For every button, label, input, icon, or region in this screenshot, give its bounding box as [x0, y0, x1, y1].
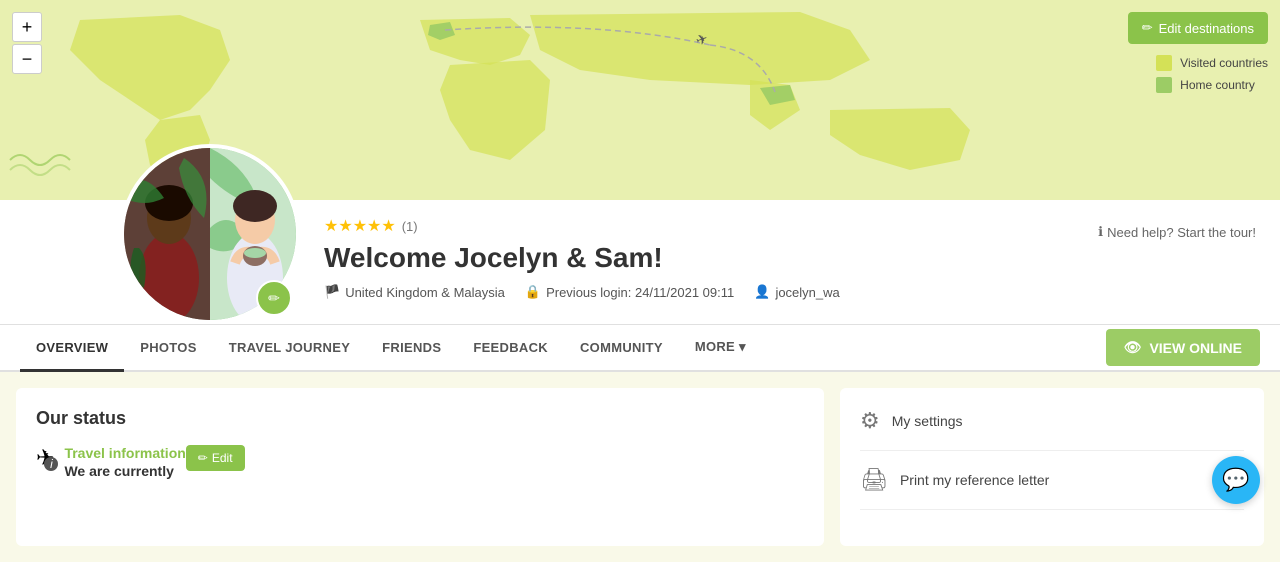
print-row[interactable]: 🖨 Print my reference letter: [860, 467, 1244, 510]
legend-visited-color: [1156, 55, 1172, 71]
edit-icon: ✏: [1142, 20, 1153, 36]
settings-label: My settings: [892, 413, 963, 429]
edit-destinations-button[interactable]: ✏ Edit destinations: [1128, 12, 1268, 44]
chat-bubble-button[interactable]: 💬: [1212, 456, 1260, 504]
edit-small-icon: ✏: [198, 451, 208, 465]
tab-community[interactable]: COMMUNITY: [564, 326, 679, 372]
map-controls: + −: [12, 12, 42, 74]
content-area: Our status ✈ i Travel information ✏ Edit…: [0, 372, 1280, 562]
travel-edit-button[interactable]: ✏ Edit: [186, 445, 245, 471]
nav-tabs: OVERVIEW PHOTOS TRAVEL JOURNEY FRIENDS F…: [0, 325, 1280, 372]
flag-icon: 🏴: [324, 284, 340, 300]
help-icon: ℹ: [1098, 224, 1103, 240]
main-panel-title: Our status: [36, 408, 804, 429]
tab-photos[interactable]: PHOTOS: [124, 326, 212, 372]
view-online-button[interactable]: 👁 VIEW ONLINE: [1106, 329, 1260, 366]
star-rating: ★★★★★: [324, 216, 396, 236]
legend-home-color: [1156, 77, 1172, 93]
tab-travel-journey[interactable]: TRAVEL JOURNEY: [213, 326, 366, 372]
avatar-wrapper: ✏: [120, 144, 300, 324]
chat-icon: 💬: [1222, 467, 1249, 493]
travel-info-row: ✈ i Travel information ✏ Edit We are cur…: [36, 445, 804, 479]
profile-info: ★★★★★ (1) Welcome Jocelyn & Sam! 🏴 Unite…: [300, 200, 1280, 324]
info-circle-icon: i: [44, 457, 58, 471]
zoom-in-button[interactable]: +: [12, 12, 42, 42]
edit-avatar-button[interactable]: ✏: [256, 280, 292, 316]
legend-visited: Visited countries: [1156, 55, 1268, 71]
welcome-title: Welcome Jocelyn & Sam!: [324, 242, 1256, 274]
travel-info-link[interactable]: Travel information: [64, 445, 185, 461]
print-label: Print my reference letter: [900, 472, 1049, 488]
tab-more[interactable]: MORE ▾: [679, 325, 762, 372]
review-count: (1): [402, 219, 418, 234]
help-link[interactable]: ℹ Need help? Start the tour!: [1098, 224, 1256, 240]
lock-icon: 🔒: [525, 284, 541, 300]
tab-feedback[interactable]: FEEDBACK: [457, 326, 564, 372]
settings-gear-icon: ⚙: [860, 408, 880, 434]
user-icon: 👤: [754, 284, 770, 300]
legend-home: Home country: [1156, 77, 1268, 93]
avatar-left: [124, 148, 210, 320]
username-meta: 👤 jocelyn_wa: [754, 284, 840, 300]
zoom-out-button[interactable]: −: [12, 44, 42, 74]
map-legend: Visited countries Home country: [1156, 55, 1268, 93]
side-panel: ⚙ My settings 🖨 Print my reference lette…: [840, 388, 1264, 546]
meta-row: 🏴 United Kingdom & Malaysia 🔒 Previous l…: [324, 284, 1256, 300]
print-icon: 🖨: [860, 467, 888, 493]
travel-info-content: Travel information ✏ Edit We are current…: [64, 445, 244, 479]
tab-overview[interactable]: OVERVIEW: [20, 326, 124, 372]
login-meta: 🔒 Previous login: 24/11/2021 09:11: [525, 284, 734, 300]
main-panel: Our status ✈ i Travel information ✏ Edit…: [16, 388, 824, 546]
profile-section: ✏ ★★★★★ (1) Welcome Jocelyn & Sam! 🏴 Uni…: [0, 200, 1280, 325]
country-meta: 🏴 United Kingdom & Malaysia: [324, 284, 505, 300]
tab-friends[interactable]: FRIENDS: [366, 326, 457, 372]
settings-row[interactable]: ⚙ My settings: [860, 408, 1244, 451]
eye-icon: 👁: [1124, 339, 1142, 356]
